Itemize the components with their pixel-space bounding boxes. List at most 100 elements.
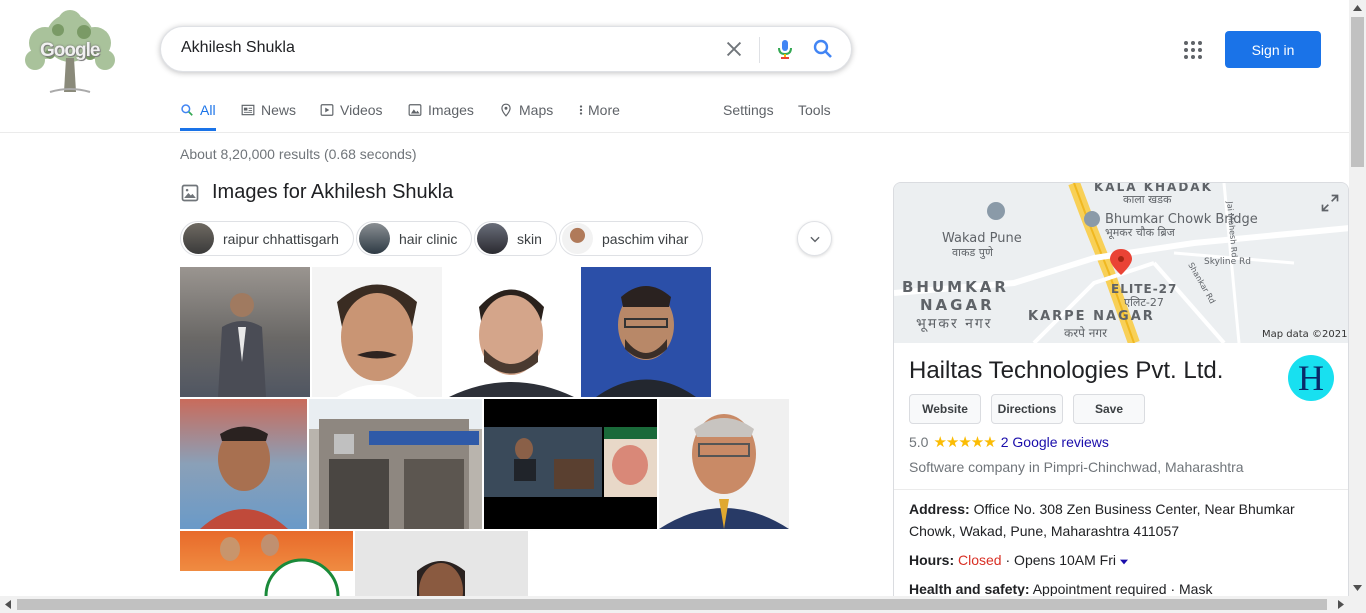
images-header[interactable]: Images for Akhilesh Shukla bbox=[180, 181, 453, 204]
rating-row: 5.0 ★★★★★ 2 Google reviews bbox=[909, 433, 1109, 451]
person-photo bbox=[200, 426, 288, 529]
map-label: करपे नगर bbox=[1064, 326, 1108, 340]
map-label: वाकड पुणे bbox=[952, 246, 993, 259]
active-tab-indicator bbox=[180, 128, 216, 131]
search-icon bbox=[181, 104, 193, 116]
person-photo bbox=[417, 561, 465, 596]
image-icon bbox=[408, 104, 422, 116]
image-icon bbox=[181, 184, 199, 201]
more-vert-icon bbox=[579, 105, 583, 115]
chip-thumbnail bbox=[183, 223, 214, 254]
image-result[interactable] bbox=[180, 531, 353, 596]
google-doodle-logo[interactable]: Google bbox=[10, 8, 130, 96]
map-label: एलिट-27 bbox=[1124, 296, 1164, 309]
tab-label: More bbox=[588, 102, 620, 118]
chips-expand-button[interactable] bbox=[797, 221, 832, 256]
horizontal-scrollbar[interactable] bbox=[0, 596, 1366, 613]
expand-icon[interactable] bbox=[1320, 193, 1340, 213]
search-divider bbox=[759, 37, 760, 63]
hours-detail: · Opens 10AM Fri bbox=[1001, 552, 1116, 568]
clear-icon[interactable] bbox=[723, 38, 745, 60]
images-header-title: Images for Akhilesh Shukla bbox=[212, 181, 454, 203]
image-result[interactable] bbox=[355, 531, 528, 596]
chip-paschim-vihar[interactable]: paschim vihar bbox=[559, 221, 704, 256]
congress-photo bbox=[180, 534, 353, 596]
image-result[interactable] bbox=[180, 267, 310, 397]
image-result[interactable] bbox=[312, 267, 442, 397]
image-result[interactable] bbox=[309, 399, 482, 529]
hours-row[interactable]: Hours: Closed · Opens 10AM Fri bbox=[909, 549, 1128, 571]
website-button[interactable]: Website bbox=[909, 394, 981, 424]
chip-thumbnail bbox=[562, 223, 593, 254]
collage-photo bbox=[484, 427, 657, 497]
image-result[interactable] bbox=[180, 399, 307, 529]
map-label: Wakad Pune bbox=[942, 231, 1022, 246]
vertical-scroll-thumb[interactable] bbox=[1351, 17, 1364, 167]
apps-grid-icon[interactable] bbox=[1183, 40, 1203, 60]
scroll-right-icon[interactable] bbox=[1338, 600, 1344, 609]
caret-down-icon[interactable] bbox=[1119, 559, 1128, 565]
tab-label: Images bbox=[428, 102, 474, 118]
rating-value: 5.0 bbox=[909, 434, 929, 450]
map-label: भूमकर चौक ब्रिज bbox=[1105, 226, 1175, 239]
address-row: Address: Office No. 308 Zen Business Cen… bbox=[909, 498, 1309, 542]
map-label: BHUMKAR bbox=[902, 278, 1009, 296]
business-logo[interactable]: H bbox=[1288, 355, 1334, 401]
tab-videos[interactable]: Videos bbox=[320, 101, 383, 119]
person-photo bbox=[449, 289, 574, 397]
person-photo bbox=[218, 293, 266, 397]
image-result[interactable] bbox=[484, 399, 657, 529]
chip-raipur-chhattisgarh[interactable]: raipur chhattisgarh bbox=[180, 221, 354, 256]
image-result[interactable] bbox=[444, 267, 579, 397]
scroll-down-icon[interactable] bbox=[1353, 585, 1362, 591]
map-pin-icon bbox=[501, 103, 511, 117]
search-box[interactable] bbox=[160, 26, 852, 72]
tab-more[interactable]: More bbox=[578, 101, 620, 119]
business-name: Hailtas Technologies Pvt. Ltd. bbox=[909, 357, 1224, 384]
chip-label: paschim vihar bbox=[602, 230, 689, 247]
tab-images[interactable]: Images bbox=[408, 101, 474, 119]
video-icon bbox=[320, 104, 334, 116]
settings-link[interactable]: Settings bbox=[723, 101, 774, 119]
address-label: Address: bbox=[909, 501, 970, 517]
chip-skin[interactable]: skin bbox=[474, 221, 557, 256]
tools-link[interactable]: Tools bbox=[798, 101, 831, 119]
map-label: काला खडक bbox=[1123, 193, 1172, 206]
chip-label: raipur chhattisgarh bbox=[223, 230, 339, 247]
panel-divider bbox=[894, 489, 1348, 490]
health-label: Health and safety: bbox=[909, 581, 1030, 597]
tab-label: All bbox=[200, 102, 216, 118]
business-category: Software company in Pimpri-Chinchwad, Ma… bbox=[909, 459, 1244, 475]
scroll-up-icon[interactable] bbox=[1353, 5, 1362, 11]
location-map[interactable]: KALA KHADAK काला खडक Bhumkar Chowk Bridg… bbox=[894, 183, 1348, 343]
tab-all[interactable]: All bbox=[180, 101, 216, 119]
star-rating-icon: ★★★★★ bbox=[933, 434, 996, 451]
chip-hair-clinic[interactable]: hair clinic bbox=[356, 221, 473, 256]
directions-button[interactable]: Directions bbox=[991, 394, 1063, 424]
horizontal-scroll-thumb[interactable] bbox=[17, 599, 1327, 610]
chip-label: skin bbox=[517, 230, 542, 247]
search-input[interactable] bbox=[181, 39, 701, 57]
tab-maps[interactable]: Maps bbox=[499, 101, 553, 119]
person-photo bbox=[596, 286, 696, 397]
sign-in-button[interactable]: Sign in bbox=[1225, 31, 1321, 68]
save-button[interactable]: Save bbox=[1073, 394, 1145, 424]
reviews-link[interactable]: 2 Google reviews bbox=[1001, 434, 1109, 450]
map-label: भूमकर नगर bbox=[916, 316, 993, 332]
building-photo bbox=[309, 399, 482, 529]
tab-label: Maps bbox=[519, 102, 554, 118]
map-attribution: Map data ©2021 bbox=[1262, 329, 1348, 340]
logo-text: Google bbox=[40, 40, 100, 61]
chevron-down-icon bbox=[809, 236, 820, 242]
news-icon bbox=[241, 104, 255, 116]
health-value: Appointment required · Mask bbox=[1032, 581, 1213, 597]
image-result[interactable] bbox=[659, 399, 789, 529]
vertical-scrollbar[interactable] bbox=[1349, 0, 1366, 596]
map-label: KARPE NAGAR bbox=[1028, 309, 1155, 324]
tab-news[interactable]: News bbox=[241, 101, 296, 119]
scroll-left-icon[interactable] bbox=[5, 600, 11, 609]
chip-thumbnail bbox=[359, 223, 390, 254]
search-icon[interactable] bbox=[811, 37, 835, 61]
image-result[interactable] bbox=[581, 267, 711, 397]
microphone-icon[interactable] bbox=[773, 37, 797, 61]
